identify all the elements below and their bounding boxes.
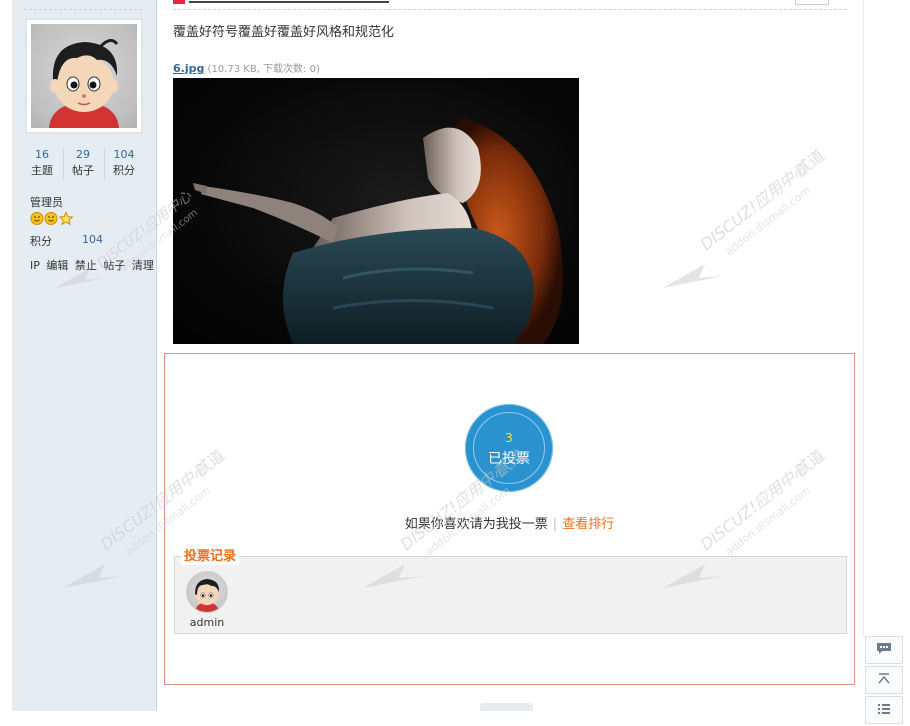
arrow-up-icon: [877, 672, 891, 689]
list-icon: [877, 702, 891, 719]
header-text-remnant: [189, 1, 389, 3]
page-left-gutter: [0, 0, 12, 711]
stat-posts-label: 帖子: [72, 164, 94, 177]
author-avatar[interactable]: [26, 19, 142, 133]
cut-off-header: [173, 0, 393, 4]
comment-icon: [876, 642, 892, 659]
stat-posts-value[interactable]: 29: [63, 147, 103, 163]
stat-topics[interactable]: 16 主题: [22, 147, 62, 179]
vote-prompt-text: 如果你喜欢请为我投一票: [404, 517, 548, 532]
back-to-top-button[interactable]: [865, 666, 903, 694]
top-button-remnant[interactable]: [795, 0, 829, 5]
view-ranking-link[interactable]: 查看排行: [562, 517, 614, 532]
medal-stars-icon: [30, 211, 74, 226]
attachment-info: 6.jpg (10.73 KB, 下载次数: 0): [173, 60, 320, 75]
watermark-url-text: addon.dismall.com: [723, 184, 813, 258]
return-list-button[interactable]: [865, 696, 903, 724]
ban-link[interactable]: 禁止: [75, 259, 97, 272]
author-stats: 16 主题 29 帖子 104 积分: [22, 147, 144, 181]
vote-status: 已投票: [488, 451, 530, 467]
author-points: 积分 104: [30, 233, 140, 249]
vote-records-title: 投票记录: [181, 549, 240, 565]
admin-actions: IP 编辑 禁止 帖子 清理: [30, 257, 154, 273]
vote-panel: 3 已投票 如果你喜欢请为我投一票 | 查看排行 admin 投票记录: [164, 353, 855, 685]
author-role[interactable]: 管理员: [30, 194, 63, 210]
clean-link[interactable]: 清理: [132, 259, 154, 272]
points-label: 积分: [30, 235, 52, 248]
attachment-meta: (10.73 KB, 下载次数: 0): [207, 64, 320, 75]
page-right-border: [863, 0, 864, 636]
points-value[interactable]: 104: [82, 233, 103, 246]
vote-count: 3: [505, 431, 513, 445]
stat-posts[interactable]: 29 帖子: [63, 147, 103, 179]
stat-credits-label: 积分: [113, 164, 135, 177]
edit-link[interactable]: 编辑: [46, 259, 68, 272]
stat-credits[interactable]: 104 积分: [104, 147, 144, 179]
header-icon: [173, 0, 185, 4]
voter-name[interactable]: admin: [185, 616, 229, 629]
pager-button-remnant[interactable]: [480, 703, 533, 711]
voter-avatar-icon[interactable]: [186, 571, 228, 613]
floating-toolbar: [865, 636, 903, 726]
voter-item[interactable]: admin: [185, 571, 229, 629]
attachment-filename[interactable]: 6.jpg: [173, 62, 204, 75]
stat-topics-label: 主题: [31, 164, 53, 177]
watermark-brand-text: 贰道: [791, 146, 828, 181]
vote-button[interactable]: 3 已投票: [465, 404, 553, 492]
posts-link[interactable]: 帖子: [103, 259, 125, 272]
stat-credits-value[interactable]: 104: [104, 147, 144, 163]
vote-prompt: 如果你喜欢请为我投一票 | 查看排行: [165, 513, 854, 532]
watermark-logo: DISCUZ!应用中心 贰道 addon.dismall.com: [655, 100, 855, 303]
vote-separator: |: [552, 517, 558, 532]
watermark-main-text: DISCUZ!应用中心: [697, 158, 813, 255]
sidebar-divider: [24, 9, 142, 10]
attachment-image[interactable]: [173, 78, 579, 344]
post-body-text: 覆盖好符号覆盖好覆盖好风格和规范化: [173, 25, 395, 40]
stat-topics-value[interactable]: 16: [22, 147, 62, 163]
ip-link[interactable]: IP: [30, 259, 40, 272]
vote-records-box: admin: [174, 556, 847, 634]
avatar-cartoon-icon: [31, 24, 137, 128]
post-divider: [173, 9, 847, 10]
quick-reply-button[interactable]: [865, 636, 903, 664]
